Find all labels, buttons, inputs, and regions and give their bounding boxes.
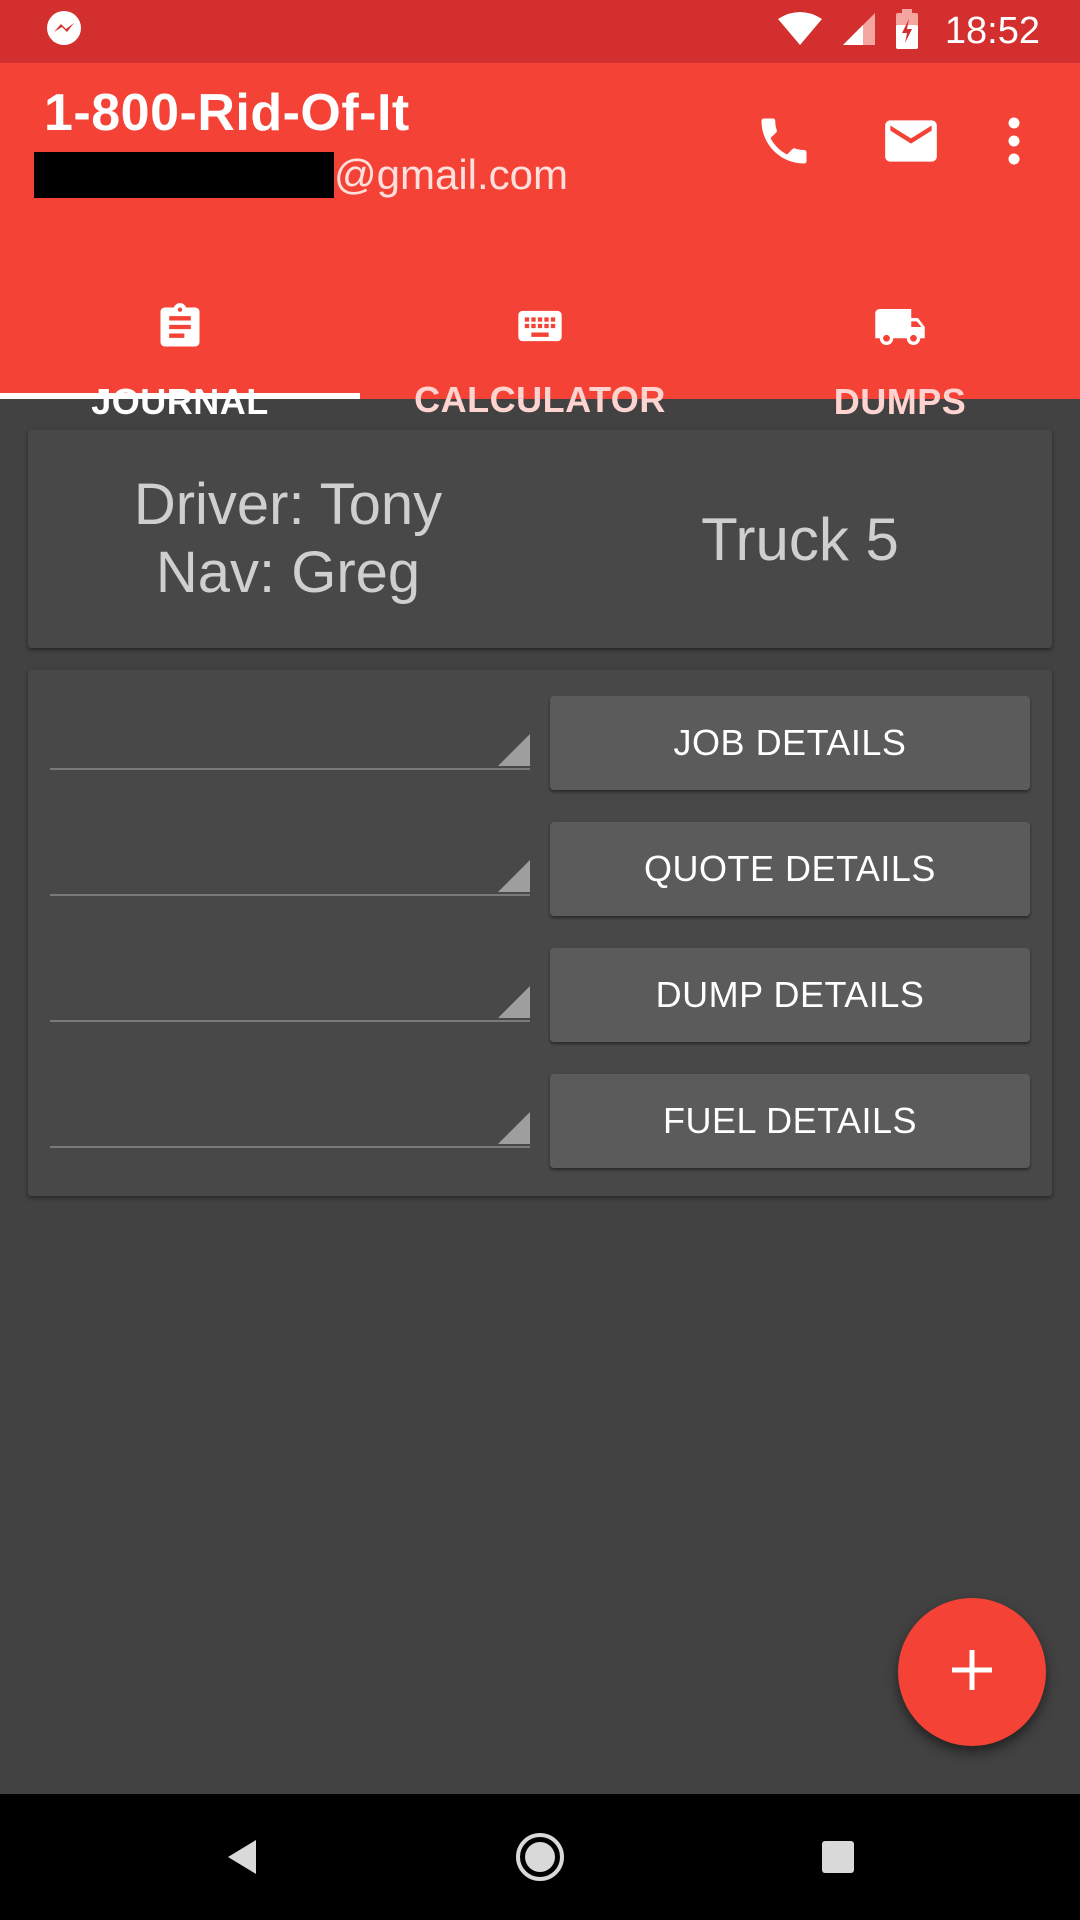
- status-time: 18:52: [944, 10, 1040, 52]
- clipboard-icon: [154, 300, 206, 359]
- recents-icon[interactable]: [778, 1794, 898, 1920]
- dump-row: DUMP DETAILS: [28, 922, 1052, 1042]
- messenger-icon: [44, 9, 84, 54]
- spinner-arrow-icon: [498, 986, 530, 1018]
- app-bar: 1-800-Rid-Of-It @gmail.com JOURNAL CALCU…: [0, 63, 1080, 422]
- tab-journal[interactable]: JOURNAL: [0, 278, 360, 422]
- tab-journal-label: JOURNAL: [91, 381, 269, 422]
- tab-dumps-label: DUMPS: [833, 381, 967, 422]
- more-vert-icon[interactable]: [984, 103, 1044, 179]
- home-icon[interactable]: [480, 1794, 600, 1920]
- job-row: JOB DETAILS: [28, 670, 1052, 790]
- tab-indicator: [0, 393, 360, 399]
- tab-calculator-label: CALCULATOR: [414, 379, 666, 420]
- nav-name: Nav: Greg: [155, 540, 421, 605]
- add-icon: [950, 1648, 994, 1697]
- quote-details-button[interactable]: QUOTE DETAILS: [550, 822, 1030, 916]
- account-email: @gmail.com: [34, 151, 568, 199]
- crew-names: Driver: Tony Nav: Greg: [28, 430, 548, 648]
- fuel-spinner[interactable]: [50, 1048, 530, 1148]
- email-icon[interactable]: [873, 103, 949, 179]
- spinner-arrow-icon: [498, 734, 530, 766]
- truck-icon: [870, 300, 930, 359]
- screen: 18:52 1-800-Rid-Of-It @gmail.com JOURNAL…: [0, 0, 1080, 1920]
- phone-icon[interactable]: [746, 103, 822, 179]
- email-suffix: @gmail.com: [334, 151, 569, 198]
- crew-card: Driver: Tony Nav: Greg Truck 5: [28, 430, 1052, 648]
- spinner-arrow-icon: [498, 860, 530, 892]
- job-spinner[interactable]: [50, 670, 530, 770]
- tab-dumps[interactable]: DUMPS: [720, 278, 1080, 422]
- truck-name: Truck 5: [701, 505, 899, 573]
- redacted-block: [34, 152, 334, 198]
- signal-icon: [841, 11, 877, 52]
- job-details-button[interactable]: JOB DETAILS: [550, 696, 1030, 790]
- spinner-arrow-icon: [498, 1112, 530, 1144]
- details-card: JOB DETAILS QUOTE DETAILS DUMP DETAILS F…: [28, 670, 1052, 1196]
- quote-row: QUOTE DETAILS: [28, 796, 1052, 916]
- app-title: 1-800-Rid-Of-It: [44, 84, 410, 142]
- battery-charging-icon: [895, 9, 919, 54]
- wifi-icon: [777, 11, 823, 52]
- driver-name: Driver: Tony: [133, 472, 443, 537]
- system-nav-bar: [0, 1794, 1080, 1920]
- tab-calculator[interactable]: CALCULATOR: [360, 278, 720, 420]
- quote-spinner[interactable]: [50, 796, 530, 896]
- tab-bar: JOURNAL CALCULATOR DUMPS: [0, 278, 1080, 422]
- back-icon[interactable]: [182, 1794, 302, 1920]
- keyboard-icon: [511, 300, 569, 357]
- dump-details-button[interactable]: DUMP DETAILS: [550, 948, 1030, 1042]
- fuel-row: FUEL DETAILS: [28, 1048, 1052, 1168]
- dump-spinner[interactable]: [50, 922, 530, 1022]
- status-bar: 18:52: [0, 0, 1080, 63]
- fuel-details-button[interactable]: FUEL DETAILS: [550, 1074, 1030, 1168]
- add-fab-button[interactable]: [898, 1598, 1046, 1746]
